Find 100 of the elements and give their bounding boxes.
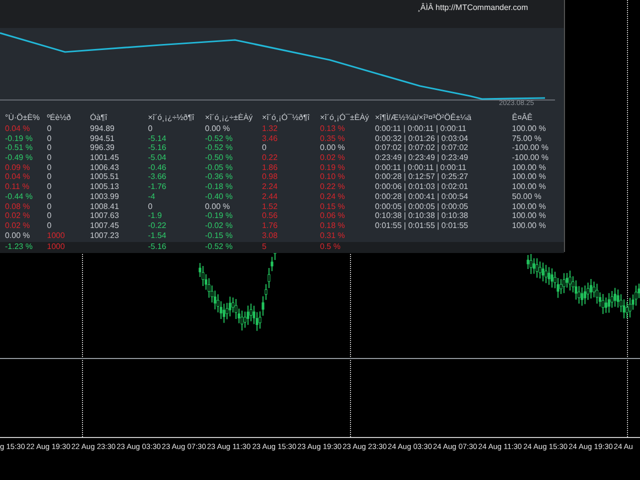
table-cell: 0.24 % xyxy=(320,192,345,202)
column-header: Ê¤ÂÊ xyxy=(512,112,532,124)
table-cell: 0.56 xyxy=(262,211,278,222)
table-cell: 0.02 % xyxy=(5,220,30,231)
table-cell: 0.00 % xyxy=(205,202,230,212)
table-cell: -100.00 % xyxy=(512,143,548,154)
table-cell: -3.66 xyxy=(148,172,166,182)
table-cell: 0 xyxy=(47,124,52,134)
table-cell: 0 xyxy=(47,220,52,231)
table-cell: 0:00:11 | 0:00:11 | 0:00:11 xyxy=(375,162,466,173)
table-cell: 0 xyxy=(148,202,152,212)
table-cell: 0:00:28 | 0:12:57 | 0:25:27 xyxy=(375,172,468,182)
column-header: ×î´ó¸¡¿÷±ÈÀý xyxy=(205,112,253,124)
table-cell: 0:00:28 | 0:00:41 | 0:00:54 xyxy=(375,192,468,202)
table-cell: 0 xyxy=(148,124,152,134)
table-cell: 1005.13 xyxy=(90,182,119,192)
table-cell: -1.54 xyxy=(148,230,166,241)
table-cell: 1005.51 xyxy=(90,172,119,182)
table-cell: 1000 xyxy=(47,242,65,252)
table-cell: 100.00 % xyxy=(512,220,546,231)
table-cell: 1007.45 xyxy=(90,220,119,231)
table-cell: 0 xyxy=(47,172,52,182)
column-header: ×î´ó¸¡Ó¯½ð¶î xyxy=(262,112,310,124)
table-cell: 0:23:49 | 0:23:49 | 0:23:49 xyxy=(375,153,468,164)
table-cell: 0.35 % xyxy=(320,134,345,144)
table-cell: 0.06 % xyxy=(320,211,345,222)
column-header: ºÉè½ð xyxy=(47,112,71,124)
table-cell: 1008.41 xyxy=(90,202,119,212)
table-cell: 1000 xyxy=(47,230,65,241)
table-cell: 0 xyxy=(47,143,52,154)
table-cell: 0:07:02 | 0:07:02 | 0:07:02 xyxy=(375,143,468,154)
table-cell: 1007.23 xyxy=(90,230,119,241)
table-cell: -0.02 % xyxy=(205,220,233,231)
table-cell: -0.44 % xyxy=(5,192,33,202)
column-header: ×î´ó¸¡Ó¯±ÈÀý xyxy=(320,112,370,124)
table-cell: 5 xyxy=(262,242,266,252)
table-cell: 0.22 % xyxy=(320,182,345,192)
table-cell: 0.04 % xyxy=(5,124,30,134)
table-cell: 1.52 xyxy=(262,202,278,212)
table-cell: 0.31 % xyxy=(320,230,345,241)
table-cell: -100.00 % xyxy=(512,153,548,164)
table-cell: 0.04 % xyxy=(5,172,30,182)
table-cell: 1.86 xyxy=(262,162,278,173)
table-cell: 2.44 xyxy=(262,192,278,202)
table-cell: 0:00:06 | 0:01:03 | 0:02:01 xyxy=(375,182,468,192)
table-cell: -0.52 % xyxy=(205,242,233,252)
table-cell: -0.50 % xyxy=(205,153,233,164)
table-cell: -5.16 xyxy=(148,242,166,252)
table-cell: -0.49 % xyxy=(5,153,33,164)
table-cell: 0.18 % xyxy=(320,220,345,231)
table-cell: 0 xyxy=(47,182,52,192)
table-cell: 0.11 % xyxy=(5,182,30,192)
table-cell: 0 xyxy=(47,202,52,212)
table-cell: -1.9 xyxy=(148,211,162,222)
column-header: °Ù·Ö±È% xyxy=(5,112,40,124)
table-cell: 100.00 % xyxy=(512,211,546,222)
table-cell: 100.00 % xyxy=(512,172,546,182)
table-cell: 0:00:11 | 0:00:11 | 0:00:11 xyxy=(375,124,466,134)
table-cell: 0:00:32 | 0:01:26 | 0:03:04 xyxy=(375,134,468,144)
table-cell: -0.05 % xyxy=(205,162,233,173)
table-cell: 996.39 xyxy=(90,143,114,154)
table-cell: 1007.63 xyxy=(90,211,119,222)
column-header: ×î¶Ì/Æ½¾ù/×î³¤³Ö²ÖÊ±¼ä xyxy=(375,112,472,124)
table-cell: 0.09 % xyxy=(5,162,30,173)
table-cell: 1001.45 xyxy=(90,153,119,164)
table-cell: -0.36 % xyxy=(205,172,233,182)
table-cell: 0.00 % xyxy=(5,230,30,241)
table-cell: -0.51 % xyxy=(5,143,33,154)
column-header: Óà¶î xyxy=(90,112,108,124)
table-cell: 0.00 % xyxy=(320,143,345,154)
table-cell: 0.10 % xyxy=(320,172,345,182)
table-cell: -0.22 xyxy=(148,220,166,231)
table-cell: -5.16 xyxy=(148,143,166,154)
table-cell: 0 xyxy=(47,134,52,144)
table-cell: -5.04 xyxy=(148,153,166,164)
table-cell: 2.24 xyxy=(262,182,278,192)
table-cell: 0.13 % xyxy=(320,124,345,134)
table-cell: -0.19 % xyxy=(205,211,233,222)
table-cell: 0 xyxy=(262,143,266,154)
table-cell: 0.19 % xyxy=(320,162,345,173)
table-cell: 0:00:05 | 0:00:05 | 0:00:05 xyxy=(375,202,468,212)
table-cell: -0.18 % xyxy=(205,182,233,192)
table-cell: 100.00 % xyxy=(512,202,546,212)
table-cell: 100.00 % xyxy=(512,124,546,134)
table-cell: 0.02 % xyxy=(320,153,345,164)
table-cell: 0:10:38 | 0:10:38 | 0:10:38 xyxy=(375,211,468,222)
table-cell: 100.00 % xyxy=(512,182,546,192)
table-cell: 75.00 % xyxy=(512,134,542,144)
table-cell: 0 xyxy=(47,153,52,164)
table-cell: 3.46 xyxy=(262,134,278,144)
table-cell: -0.52 % xyxy=(205,143,233,154)
table-cell: 0 xyxy=(47,162,52,173)
table-cell: 994.51 xyxy=(90,134,114,144)
table-cell: 0.08 % xyxy=(5,202,30,212)
table-cell: 1006.43 xyxy=(90,162,119,173)
column-header: ×î´ó¸¡¿÷½ð¶î xyxy=(148,112,194,124)
website-link[interactable]: ¸ÂÌÂ http://MTCommander.com xyxy=(418,2,528,14)
table-cell: 0.15 % xyxy=(320,202,345,212)
table-cell: 50.00 % xyxy=(512,192,542,202)
table-cell: -4 xyxy=(148,192,156,202)
